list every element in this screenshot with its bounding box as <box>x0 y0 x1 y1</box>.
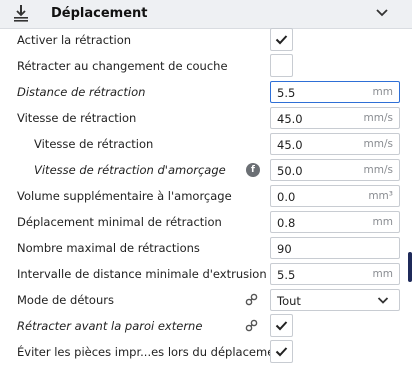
setting-label: Distance de rétraction <box>17 85 146 99</box>
setting-label: Mode de détours <box>17 293 114 307</box>
link-icon[interactable] <box>245 319 258 332</box>
retract-layer-change-checkbox[interactable] <box>270 54 293 77</box>
combing-mode-select[interactable]: Tout <box>270 289 400 311</box>
setting-row-retraction-speed: Vitesse de rétraction 45.0 mm/s <box>0 106 412 132</box>
retract-before-outer-wall-checkbox[interactable] <box>270 314 293 337</box>
min-travel-input[interactable]: 0.8 mm <box>270 211 400 233</box>
setting-label: Vitesse de rétraction <box>17 111 137 125</box>
input-value: 45.0 <box>277 112 303 126</box>
chevron-down-icon <box>377 297 389 304</box>
input-value: 45.0 <box>277 138 303 152</box>
setting-label: Vitesse de rétraction <box>34 137 154 151</box>
retraction-retract-speed-input[interactable]: 45.0 mm/s <box>270 133 400 155</box>
section-title: Déplacement <box>51 6 148 21</box>
setting-row-extra-prime-amount: Volume supplémentaire à l'amorçage 0.0 m… <box>0 184 412 210</box>
enable-retraction-checkbox[interactable] <box>270 28 293 51</box>
input-value: 90 <box>277 242 292 256</box>
input-value: 50.0 <box>277 164 303 178</box>
checkmark-icon <box>275 321 288 331</box>
avoid-printed-parts-checkbox[interactable] <box>270 340 293 363</box>
checkmark-icon <box>275 35 288 45</box>
setting-label: Vitesse de rétraction d'amorçage <box>34 163 226 177</box>
travel-icon <box>14 5 28 22</box>
setting-label: Activer la rétraction <box>17 33 132 47</box>
setting-row-retraction-retract-speed: Vitesse de rétraction 45.0 mm/s <box>0 132 412 158</box>
select-value: Tout <box>277 294 301 308</box>
setting-row-min-travel: Déplacement minimal de rétraction 0.8 mm <box>0 210 412 236</box>
input-unit: mm³ <box>368 190 393 202</box>
setting-row-enable-retraction: Activer la rétraction <box>0 28 412 54</box>
input-unit: mm <box>372 268 393 280</box>
extra-prime-amount-input[interactable]: 0.0 mm³ <box>270 185 400 207</box>
input-value: 5.5 <box>277 86 296 100</box>
input-value: 0.0 <box>277 190 296 204</box>
min-extrusion-window-input[interactable]: 5.5 mm <box>270 263 400 285</box>
input-unit: mm <box>372 216 393 228</box>
retraction-speed-input[interactable]: 45.0 mm/s <box>270 107 400 129</box>
setting-row-combing-mode: Mode de détours Tout <box>0 288 412 314</box>
input-unit: mm <box>372 86 393 98</box>
setting-label: Volume supplémentaire à l'amorçage <box>17 189 232 203</box>
setting-label: Nombre maximal de rétractions <box>17 241 200 255</box>
input-unit: mm/s <box>363 164 393 176</box>
input-value: 5.5 <box>277 268 296 282</box>
link-icon[interactable] <box>245 293 258 306</box>
function-info-icon[interactable]: f <box>246 163 260 177</box>
setting-row-retraction-distance: Distance de rétraction 5.5 mm <box>0 80 412 106</box>
setting-row-avoid-printed-parts: Éviter les pièces impr...es lors du dépl… <box>0 340 412 366</box>
setting-row-retract-layer-change: Rétracter au changement de couche <box>0 54 412 80</box>
setting-label: Déplacement minimal de rétraction <box>17 215 222 229</box>
input-unit: mm/s <box>363 138 393 150</box>
input-value: 0.8 <box>277 216 296 230</box>
setting-row-retraction-prime-speed: Vitesse de rétraction d'amorçage f 50.0 … <box>0 158 412 184</box>
setting-row-max-retractions: Nombre maximal de rétractions 90 <box>0 236 412 262</box>
max-retractions-input[interactable]: 90 <box>270 237 400 259</box>
setting-row-retract-before-outer-wall: Rétracter avant la paroi externe <box>0 314 412 340</box>
chevron-down-icon[interactable] <box>375 8 389 18</box>
setting-label: Rétracter avant la paroi externe <box>17 319 203 333</box>
setting-label: Éviter les pièces impr...es lors du dépl… <box>17 345 287 359</box>
input-unit: mm/s <box>363 112 393 124</box>
retraction-distance-input[interactable]: 5.5 mm <box>270 81 400 103</box>
section-header-travel[interactable]: Déplacement <box>0 0 412 29</box>
setting-label: Intervalle de distance minimale d'extrus… <box>17 267 267 281</box>
scrollbar-handle[interactable] <box>408 252 412 282</box>
retraction-prime-speed-input[interactable]: 50.0 mm/s <box>270 159 400 181</box>
setting-label: Rétracter au changement de couche <box>17 59 228 73</box>
checkmark-icon <box>275 347 288 357</box>
setting-row-min-extrusion-window: Intervalle de distance minimale d'extrus… <box>0 262 412 288</box>
